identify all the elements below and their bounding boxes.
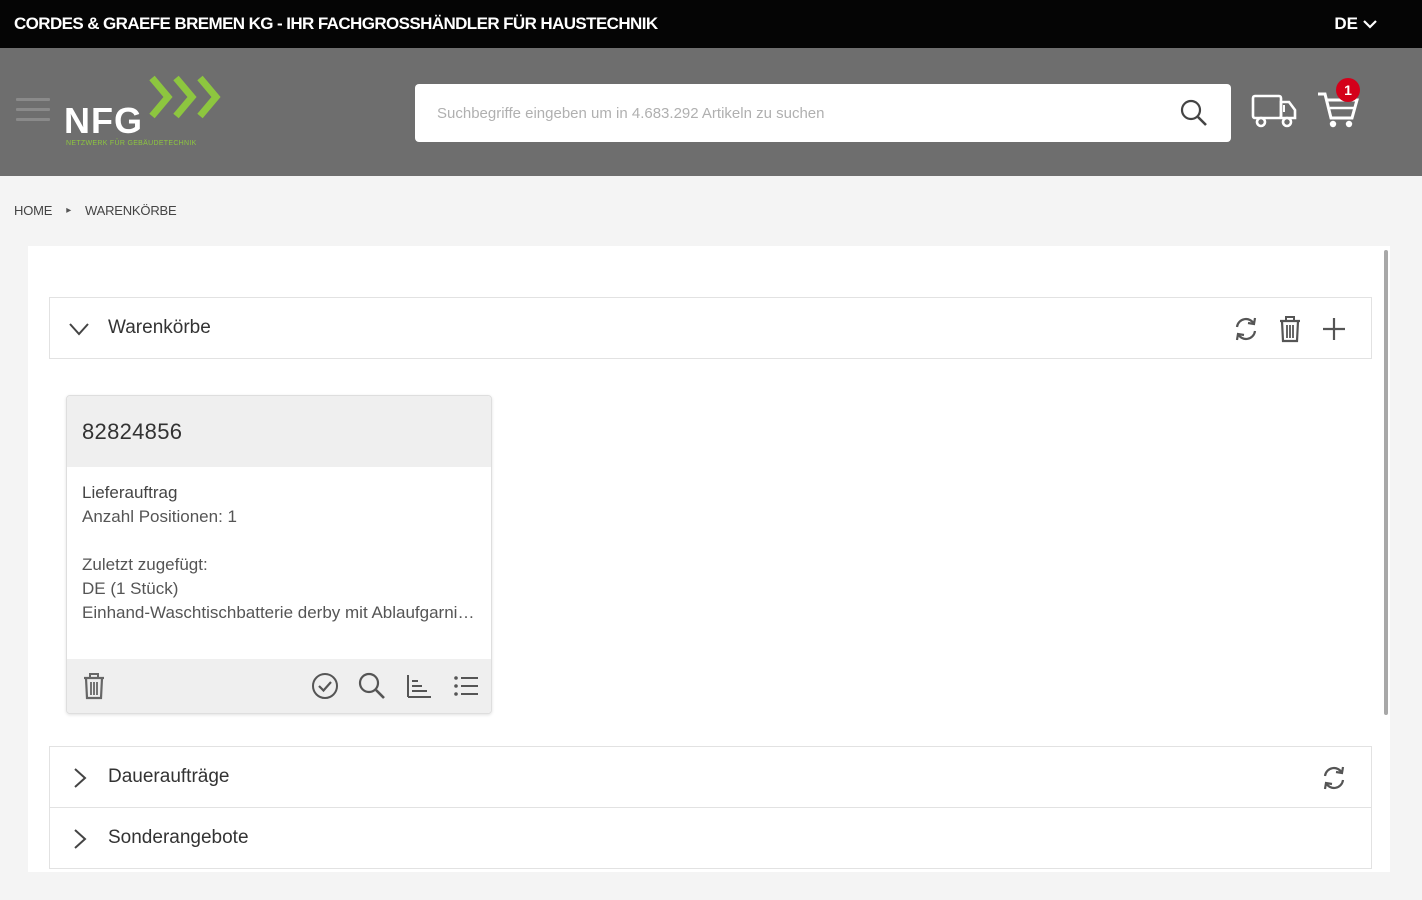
breadcrumb-separator-icon: ▸ xyxy=(66,205,72,216)
basket-positions: Anzahl Positionen: 1 xyxy=(82,507,237,526)
cart-count-badge: 1 xyxy=(1336,78,1360,102)
last-added-description: Einhand-Waschtischbatterie derby mit Abl… xyxy=(82,603,476,622)
basket-card-footer xyxy=(67,659,491,713)
chevron-right-icon[interactable] xyxy=(68,767,90,789)
header: NFG NETZWERK FÜR GEBÄUDETECHNIK 1 xyxy=(0,48,1422,176)
list-icon[interactable] xyxy=(451,671,481,701)
trash-icon[interactable] xyxy=(1275,314,1305,344)
menu-icon[interactable] xyxy=(16,98,50,122)
section-warenkoerbe[interactable]: Warenkörbe xyxy=(49,297,1372,359)
basket-card[interactable]: 82824856 Lieferauftrag Anzahl Positionen… xyxy=(66,395,492,714)
language-selector[interactable]: DE xyxy=(1334,14,1378,34)
chevron-right-icon[interactable] xyxy=(68,828,90,850)
breadcrumb: HOME ▸ WARENKÖRBE xyxy=(14,203,177,218)
section-title: Daueraufträge xyxy=(108,766,230,787)
chevron-down-icon xyxy=(1363,20,1377,29)
plus-icon[interactable] xyxy=(1319,314,1349,344)
refresh-icon[interactable] xyxy=(1319,763,1349,793)
language-label: DE xyxy=(1334,14,1358,33)
logo[interactable]: NFG NETZWERK FÜR GEBÄUDETECHNIK xyxy=(64,74,234,154)
section-title: Warenkörbe xyxy=(108,317,211,338)
section-sonderangebote[interactable]: Sonderangebote xyxy=(49,807,1372,869)
section-dauerauftraege[interactable]: Daueraufträge xyxy=(49,746,1372,808)
last-added-label: Zuletzt zugefügt: xyxy=(82,555,208,574)
search-box xyxy=(415,84,1231,142)
last-added-item: DE (1 Stück) xyxy=(82,579,179,598)
search-input[interactable] xyxy=(415,84,1155,142)
search-icon[interactable] xyxy=(357,671,387,701)
basket-number[interactable]: 82824856 xyxy=(67,396,491,467)
logo-text: NFG xyxy=(64,100,143,141)
refresh-icon[interactable] xyxy=(1231,314,1261,344)
trash-icon[interactable] xyxy=(79,671,109,701)
search-icon[interactable] xyxy=(1179,98,1209,128)
sort-icon[interactable] xyxy=(404,671,434,701)
cart-button[interactable]: 1 xyxy=(1316,78,1364,134)
basket-type: Lieferauftrag xyxy=(82,483,178,502)
section-title: Sonderangebote xyxy=(108,827,249,848)
logo-tagline: NETZWERK FÜR GEBÄUDETECHNIK xyxy=(66,140,197,147)
delivery-truck-icon[interactable] xyxy=(1250,88,1298,132)
breadcrumb-home[interactable]: HOME xyxy=(14,203,52,218)
check-circle-icon[interactable] xyxy=(310,671,340,701)
chevron-down-icon[interactable] xyxy=(68,318,90,340)
top-bar: CORDES & GRAEFE BREMEN KG - IHR FACHGROS… xyxy=(0,0,1422,48)
scrollbar[interactable] xyxy=(1384,250,1388,715)
basket-details: Lieferauftrag Anzahl Positionen: 1 Zulet… xyxy=(67,467,491,625)
breadcrumb-current: WARENKÖRBE xyxy=(85,203,177,218)
logo-arrows-icon xyxy=(149,75,221,119)
company-name: CORDES & GRAEFE BREMEN KG - IHR FACHGROS… xyxy=(14,14,658,33)
